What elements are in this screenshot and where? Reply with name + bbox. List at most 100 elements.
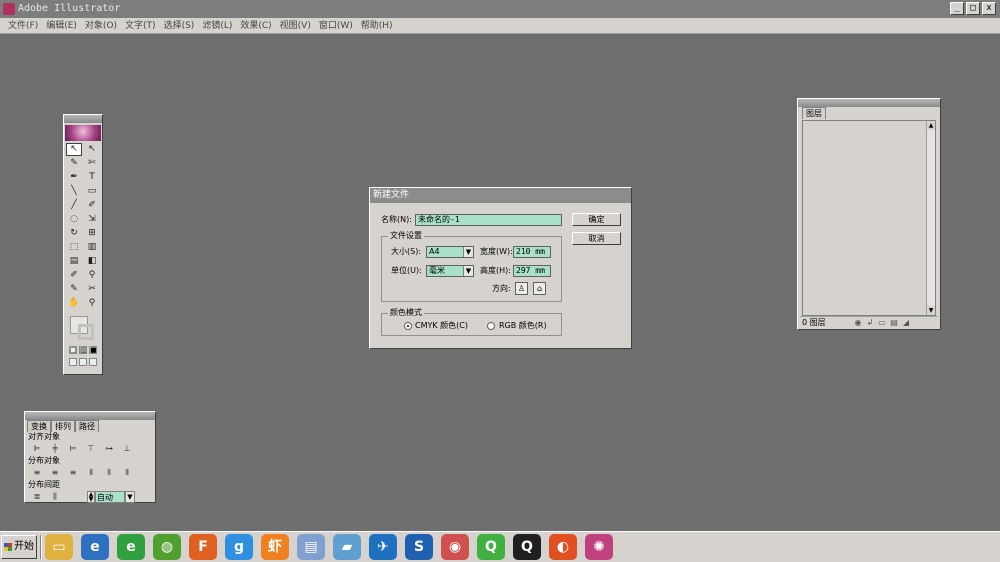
none-button[interactable]: ■ xyxy=(89,346,97,354)
zoom-tool-icon[interactable]: ⚲ xyxy=(84,297,100,310)
hand-tool-icon[interactable]: ✋ xyxy=(66,297,82,310)
xiami-icon[interactable]: 虾 xyxy=(261,534,289,560)
new-sublayer-icon[interactable]: ↲ xyxy=(864,318,876,327)
distribute-bottom-icon[interactable]: ≡ xyxy=(67,468,79,478)
line-tool-icon[interactable]: ╲ xyxy=(66,185,82,198)
make-clipping-mask-icon[interactable]: ◉ xyxy=(852,318,864,327)
stroke-swatch[interactable] xyxy=(78,324,94,340)
foxmail-icon[interactable]: F xyxy=(189,534,217,560)
direct-selection-tool-icon[interactable]: ↖ xyxy=(84,143,100,156)
layers-palette-drag-bar[interactable] xyxy=(798,99,940,107)
standard-screen-button[interactable] xyxy=(69,358,77,366)
rgb-radio[interactable] xyxy=(487,322,495,330)
menu-filter[interactable]: 滤镜(L) xyxy=(198,18,236,33)
align-left-icon[interactable]: ⊫ xyxy=(31,444,43,454)
app-blue-icon[interactable]: g xyxy=(225,534,253,560)
size-select[interactable]: A4 ▼ xyxy=(426,246,474,258)
menu-type[interactable]: 文字(T) xyxy=(121,18,160,33)
warp-tool-icon[interactable]: ↻ xyxy=(66,227,82,240)
menu-effect[interactable]: 效果(C) xyxy=(236,18,275,33)
close-button[interactable]: x xyxy=(982,2,996,15)
align-top-icon[interactable]: ⊤ xyxy=(85,444,97,454)
align-bottom-icon[interactable]: ⊥ xyxy=(121,444,133,454)
sogou-icon[interactable]: S xyxy=(405,534,433,560)
menu-select[interactable]: 选择(S) xyxy=(160,18,199,33)
rectangle-tool-icon[interactable]: ▭ xyxy=(84,185,100,198)
distribute-hcenter-icon[interactable]: ⫴ xyxy=(103,468,115,478)
distribute-vcenter-icon[interactable]: ≡ xyxy=(49,468,61,478)
ie-green-icon[interactable]: e xyxy=(117,534,145,560)
distribute-right-icon[interactable]: ⫴ xyxy=(121,468,133,478)
new-layer-icon[interactable]: ▭ xyxy=(876,318,888,327)
scale-tool-icon[interactable]: ⇲ xyxy=(84,213,100,226)
menu-file[interactable]: 文件(F) xyxy=(4,18,42,33)
bird-icon[interactable]: ✈ xyxy=(369,534,397,560)
gradient-button[interactable]: ▥ xyxy=(79,346,87,354)
spacing-input[interactable]: 自动 xyxy=(95,491,125,503)
height-input[interactable]: 297 mm xyxy=(513,265,551,277)
graph-tool-icon[interactable]: ▥ xyxy=(84,241,100,254)
units-select[interactable]: 毫米 ▼ xyxy=(426,265,474,277)
tab-align[interactable]: 排列 xyxy=(51,420,75,432)
width-input[interactable]: 210 mm xyxy=(513,246,551,258)
selection-tool-icon[interactable]: ↖ xyxy=(66,143,82,156)
menu-object[interactable]: 对象(O) xyxy=(81,18,121,33)
tab-transform[interactable]: 变换 xyxy=(27,420,51,432)
ie-icon[interactable]: e xyxy=(81,534,109,560)
pencil-tool-icon[interactable]: ✐ xyxy=(84,199,100,212)
spacing-dropdown-arrow-icon[interactable]: ▼ xyxy=(125,491,135,503)
full-screen-button[interactable] xyxy=(89,358,97,366)
mesh-tool-icon[interactable]: ▤ xyxy=(66,255,82,268)
layers-list[interactable]: ▲ ▼ xyxy=(802,120,936,316)
menu-help[interactable]: 帮助(H) xyxy=(357,18,397,33)
desktop-icon[interactable]: ▭ xyxy=(45,534,73,560)
slice-tool-icon[interactable]: ✎ xyxy=(66,283,82,296)
photo-icon[interactable]: ◉ xyxy=(441,534,469,560)
maximize-button[interactable]: □ xyxy=(966,2,980,15)
distribute-hspace-icon[interactable]: ⫼ xyxy=(49,492,61,502)
book-icon[interactable]: ▰ xyxy=(333,534,361,560)
align-palette-drag-bar[interactable] xyxy=(25,412,155,420)
doc-icon[interactable]: ▤ xyxy=(297,534,325,560)
distribute-left-icon[interactable]: ⫴ xyxy=(85,468,97,478)
distribute-vspace-icon[interactable]: ≣ xyxy=(31,492,43,502)
eyedropper-tool-icon[interactable]: ✐ xyxy=(66,269,82,282)
tab-pathfinder[interactable]: 路径 xyxy=(75,420,99,432)
full-screen-menu-button[interactable] xyxy=(79,358,87,366)
ok-button[interactable]: 确定 xyxy=(572,213,621,226)
toolbox-drag-bar[interactable] xyxy=(64,115,102,123)
menu-window[interactable]: 窗口(W) xyxy=(315,18,357,33)
cancel-button[interactable]: 取消 xyxy=(572,232,621,245)
start-button[interactable]: 开始 xyxy=(1,535,37,559)
scroll-down-icon[interactable]: ▼ xyxy=(927,306,935,315)
360-icon[interactable]: ◍ xyxy=(153,534,181,560)
scissors-tool-icon[interactable]: ✂ xyxy=(84,283,100,296)
align-vcenter-icon[interactable]: ⊶ xyxy=(103,444,115,454)
minimize-button[interactable]: _ xyxy=(950,2,964,15)
iqiyi-icon[interactable]: Q xyxy=(477,534,505,560)
symbol-sprayer-tool-icon[interactable]: ⬚ xyxy=(66,241,82,254)
rotate-tool-icon[interactable]: ◌ xyxy=(66,213,82,226)
distribute-top-icon[interactable]: ≡ xyxy=(31,468,43,478)
align-hcenter-icon[interactable]: ╪ xyxy=(49,444,61,454)
spacing-stepper[interactable]: ▲ ▼ xyxy=(87,491,95,503)
firefox-icon[interactable]: ◐ xyxy=(549,534,577,560)
landscape-orientation-icon[interactable]: ⌂ xyxy=(533,282,546,295)
scroll-up-icon[interactable]: ▲ xyxy=(927,121,935,130)
tab-layers[interactable]: 图层 xyxy=(802,107,826,119)
delete-layer-icon[interactable]: ▤ xyxy=(888,318,900,327)
illustrator-icon[interactable]: ✺ xyxy=(585,534,613,560)
portrait-orientation-icon[interactable]: ♙ xyxy=(515,282,528,295)
blend-tool-icon[interactable]: ⚲ xyxy=(84,269,100,282)
menu-view[interactable]: 视图(V) xyxy=(276,18,315,33)
qq-icon[interactable]: Q xyxy=(513,534,541,560)
align-right-icon[interactable]: ⊨ xyxy=(67,444,79,454)
menu-edit[interactable]: 编辑(E) xyxy=(42,18,81,33)
color-button[interactable]: □ xyxy=(69,346,77,354)
pen-tool-icon[interactable]: ✒ xyxy=(66,171,82,184)
lasso-tool-icon[interactable]: ✄ xyxy=(84,157,100,170)
type-tool-icon[interactable]: T xyxy=(84,171,100,184)
cmyk-radio[interactable] xyxy=(404,322,412,330)
magic-wand-tool-icon[interactable]: ✎ xyxy=(66,157,82,170)
name-input[interactable]: 未命名的-1 xyxy=(415,214,562,226)
